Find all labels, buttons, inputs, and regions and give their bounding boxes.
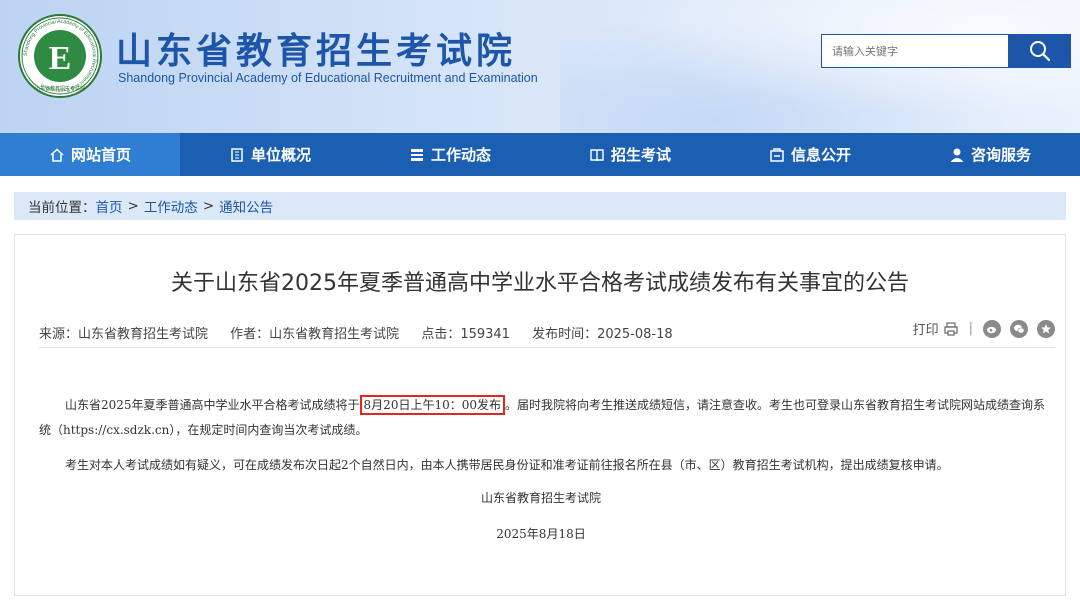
list-icon	[410, 148, 423, 161]
nav-item-label: 咨询服务	[970, 146, 1031, 164]
article-panel: 关于山东省2025年夏季普通高中学业水平合格考试成绩发布有关事宜的公告 来源：山…	[14, 234, 1066, 596]
breadcrumb-separator: >	[202, 198, 215, 214]
site-logo[interactable]: Shandong Provincial Academy of Education…	[18, 14, 102, 98]
breadcrumb-separator: >	[127, 198, 139, 214]
main-nav: 网站首页 单位概况 工作动态 招生考试 信息公开 咨询服务	[0, 133, 1080, 176]
article-paragraph-2: 考生对本人考试成绩如有疑义，可在成绩发布次日起2个自然日内，由本人携带居民身份证…	[65, 458, 949, 472]
nav-item-disclosure[interactable]: 信息公开	[720, 133, 900, 176]
breadcrumb: 当前位置： 首页 > 工作动态 > 通知公告	[14, 192, 1066, 220]
breadcrumb-link-home[interactable]: 首页	[96, 196, 123, 216]
nav-item-consult[interactable]: 咨询服务	[900, 133, 1080, 176]
meta-divider	[39, 347, 1055, 348]
print-icon[interactable]	[943, 321, 959, 337]
info-icon	[770, 147, 784, 162]
favorite-star-icon[interactable]	[1037, 319, 1055, 338]
user-icon	[950, 148, 964, 162]
article-author: 作者：山东省教育招生考试院	[230, 327, 400, 342]
home-icon	[50, 147, 64, 162]
site-header: Shandong Provincial Academy of Education…	[0, 0, 1080, 133]
article-meta: 来源：山东省教育招生考试院 作者：山东省教育招生考试院 点击：159341 发布…	[39, 323, 691, 342]
article-sign-date: 2025年8月18日	[496, 527, 586, 541]
article-clicks: 点击：159341	[421, 327, 510, 342]
logo-bottom-text: 山东省教育招生考试院	[35, 85, 85, 92]
building-icon	[231, 147, 243, 162]
share-divider: |	[968, 321, 973, 336]
print-link[interactable]: 打印	[913, 319, 939, 338]
breadcrumb-link-notices[interactable]: 通知公告	[219, 196, 273, 216]
nav-item-exams[interactable]: 招生考试	[540, 133, 720, 176]
nav-item-home[interactable]: 网站首页	[0, 133, 180, 176]
book-icon	[590, 148, 604, 161]
article-title: 关于山东省2025年夏季普通高中学业水平合格考试成绩发布有关事宜的公告	[171, 271, 909, 296]
search-input[interactable]	[821, 34, 1009, 68]
share-bar: 打印 |	[913, 319, 1055, 338]
article-date: 发布时间：2025-08-18	[532, 327, 673, 342]
svg-text:E: E	[49, 40, 72, 77]
article-source: 来源：山东省教育招生考试院	[39, 327, 209, 342]
release-time-highlight: 8月20日上午10：00发布	[359, 395, 505, 415]
site-title: 山东省教育招生考试院	[116, 31, 517, 72]
wechat-icon[interactable]	[1010, 319, 1028, 338]
nav-item-about[interactable]: 单位概况	[180, 133, 360, 176]
breadcrumb-link-news[interactable]: 工作动态	[144, 196, 198, 216]
article-paragraph-1: 山东省2025年夏季普通高中学业水平合格考试成绩将于 8月20日上午10：00发布…	[39, 393, 1049, 443]
site-subtitle: Shandong Provincial Academy of Education…	[118, 71, 538, 85]
nav-item-label: 信息公开	[790, 146, 851, 164]
nav-item-label: 单位概况	[250, 146, 311, 164]
breadcrumb-prefix: 当前位置：	[28, 200, 96, 216]
search-icon	[1030, 41, 1051, 62]
article-signature: 山东省教育招生考试院	[480, 491, 601, 505]
nav-item-label: 招生考试	[610, 146, 671, 164]
nav-item-label: 网站首页	[70, 146, 131, 164]
paragraph-text: 山东省2025年夏季普通高中学业水平合格考试成绩将于	[65, 398, 360, 412]
search-button[interactable]	[1009, 34, 1071, 68]
nav-item-news[interactable]: 工作动态	[360, 133, 540, 176]
nav-item-label: 工作动态	[430, 146, 491, 164]
weibo-icon[interactable]	[983, 319, 1001, 338]
